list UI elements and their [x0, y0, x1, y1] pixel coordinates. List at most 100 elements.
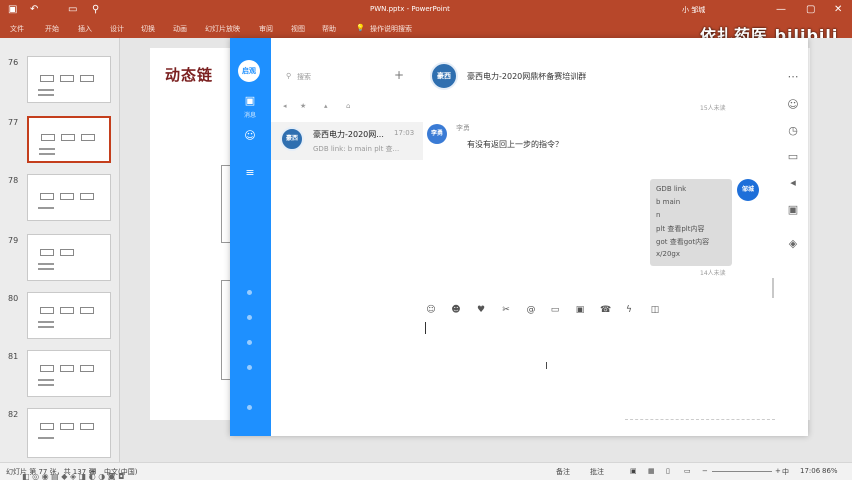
tab-home[interactable]: 开始 — [45, 24, 59, 34]
message-icon[interactable]: ▣ — [241, 92, 259, 110]
view-sorter-icon[interactable]: ▦ — [648, 467, 655, 475]
slide-thumbnail[interactable] — [27, 408, 111, 458]
zoom-in-icon[interactable]: + — [775, 467, 781, 475]
lightbulb-icon: 💡 — [356, 24, 365, 32]
tab-file[interactable]: 文件 — [10, 24, 24, 34]
album-icon[interactable]: ▣ — [786, 203, 800, 217]
filter-icon[interactable]: ◂ — [283, 102, 287, 110]
slide-number: 77 — [8, 118, 19, 127]
slide-title[interactable]: 动态链 — [165, 64, 213, 85]
zoom-slider[interactable] — [712, 471, 772, 472]
conversation-name: 豪西电力-2020网... — [313, 130, 384, 139]
tab-review[interactable]: 审阅 — [259, 24, 273, 34]
minimize-icon[interactable]: — — [776, 4, 786, 15]
slide-thumbnail-active[interactable] — [27, 116, 111, 163]
tab-insert[interactable]: 插入 — [78, 24, 92, 34]
slide-thumbnail[interactable] — [27, 350, 111, 397]
code-line: b main — [656, 198, 681, 206]
nav-dot[interactable] — [247, 340, 252, 345]
search-input[interactable]: 搜索 — [297, 72, 311, 82]
tag-icon[interactable]: ⌂ — [346, 102, 350, 110]
tab-help[interactable]: 帮助 — [322, 24, 336, 34]
tell-me-search[interactable]: 操作说明搜索 — [370, 24, 412, 34]
apps-icon[interactable]: ◈ — [786, 237, 800, 251]
tab-transitions[interactable]: 切换 — [141, 24, 155, 34]
phone-icon[interactable]: ☎ — [600, 305, 611, 315]
slide-number: 76 — [8, 58, 19, 67]
chat-scrollbar[interactable] — [772, 278, 774, 298]
read-status: 14人未读 — [700, 270, 726, 277]
lightning-icon[interactable]: ϟ — [624, 305, 634, 315]
chat-title[interactable]: 豪西电力-2020网鼎杯备赛培训群 — [467, 71, 586, 82]
collection-icon[interactable]: ≡ — [241, 164, 259, 182]
contacts-icon[interactable]: ☺ — [241, 127, 259, 145]
face-icon[interactable]: ☻ — [451, 305, 461, 315]
star-icon[interactable]: ★ — [300, 102, 306, 110]
slide-thumbnail[interactable] — [27, 56, 111, 103]
input-footer-divider — [625, 419, 775, 420]
view-normal-icon[interactable]: ▣ — [630, 467, 637, 475]
message-text: 有没有返回上一步的指令？ — [467, 140, 563, 149]
view-slideshow-icon[interactable]: ▭ — [684, 467, 691, 475]
screenshot-icon[interactable]: ◫ — [650, 305, 660, 315]
folder-icon[interactable]: ▭ — [550, 305, 560, 315]
my-avatar[interactable]: 启观 — [238, 60, 260, 82]
tab-design[interactable]: 设计 — [110, 24, 124, 34]
like-icon[interactable]: ♥ — [476, 305, 486, 315]
comments-button[interactable]: 批注 — [590, 467, 604, 477]
quick-access-icon[interactable]: ⚲ — [92, 4, 99, 15]
emoji-icon[interactable]: ☺ — [426, 305, 436, 315]
pin-icon[interactable]: ▴ — [324, 102, 328, 110]
folder-icon[interactable]: ▭ — [786, 150, 800, 164]
present-icon[interactable]: ▭ — [68, 4, 77, 15]
maximize-icon[interactable]: ▢ — [806, 4, 815, 15]
slide-number: 79 — [8, 236, 19, 245]
nav-dot[interactable] — [247, 405, 252, 410]
mouse-cursor-icon: Ι — [545, 361, 548, 372]
tab-animations[interactable]: 动画 — [173, 24, 187, 34]
code-line: x/20gx — [656, 250, 680, 258]
add-member-icon[interactable]: ☺ — [786, 98, 800, 112]
more-icon[interactable]: ⋯ — [786, 70, 800, 84]
tab-view[interactable]: 视图 — [291, 24, 305, 34]
nav-dot[interactable] — [247, 365, 252, 370]
group-avatar[interactable]: 豪西 — [430, 62, 458, 90]
view-reading-icon[interactable]: ▯ — [666, 467, 670, 475]
code-line: plt 查看plt内容 — [656, 225, 705, 233]
slide-number: 82 — [8, 410, 19, 419]
slide-number: 80 — [8, 294, 19, 303]
user-name[interactable]: 小 邹城 — [682, 5, 705, 15]
message-input[interactable] — [420, 318, 775, 428]
conversation-time: 17:03 — [394, 129, 415, 137]
clock: 17:06 — [800, 467, 821, 475]
undo-icon[interactable]: ↶ — [30, 4, 38, 15]
conversation-avatar: 豪西 — [280, 127, 304, 151]
zoom-out-icon[interactable]: − — [702, 467, 708, 475]
notes-button[interactable]: 备注 — [556, 467, 570, 477]
nav-label-messages: 消息 — [243, 112, 256, 119]
announcement-icon[interactable]: ◂ — [786, 176, 800, 190]
zoom-level[interactable]: 86% — [822, 467, 838, 475]
nav-dot[interactable] — [247, 315, 252, 320]
nav-dot[interactable] — [247, 290, 252, 295]
search-icon[interactable]: ⚲ — [286, 72, 291, 80]
slide-thumbnail[interactable] — [27, 174, 111, 221]
slide-number: 78 — [8, 176, 19, 185]
my-message-avatar[interactable]: 邹城 — [737, 179, 759, 201]
sender-avatar[interactable]: 李勇 — [427, 124, 447, 144]
slide-thumbnail[interactable] — [27, 234, 111, 281]
slide-number: 81 — [8, 352, 19, 361]
save-icon[interactable]: ▣ — [8, 4, 17, 15]
ime-indicator[interactable]: 中 — [782, 467, 789, 477]
scissors-icon[interactable]: ✂ — [501, 305, 511, 315]
close-icon[interactable]: ✕ — [834, 4, 842, 15]
at-icon[interactable]: @ — [526, 305, 536, 315]
image-icon[interactable]: ▣ — [575, 305, 585, 315]
slide-thumbnail[interactable] — [27, 292, 111, 339]
unread-status-top: 15人未读 — [700, 105, 726, 112]
history-icon[interactable]: ◷ — [786, 124, 800, 138]
add-button[interactable]: + — [394, 68, 404, 82]
window-title: PWN.pptx - PowerPoint — [370, 5, 450, 13]
taskbar-icons: ◧ ◎ ◉ ▤ ◆ ◈ ◨ ◐ ◑ ◙ ◘ — [22, 472, 125, 480]
tab-slideshow[interactable]: 幻灯片放映 — [205, 24, 240, 34]
